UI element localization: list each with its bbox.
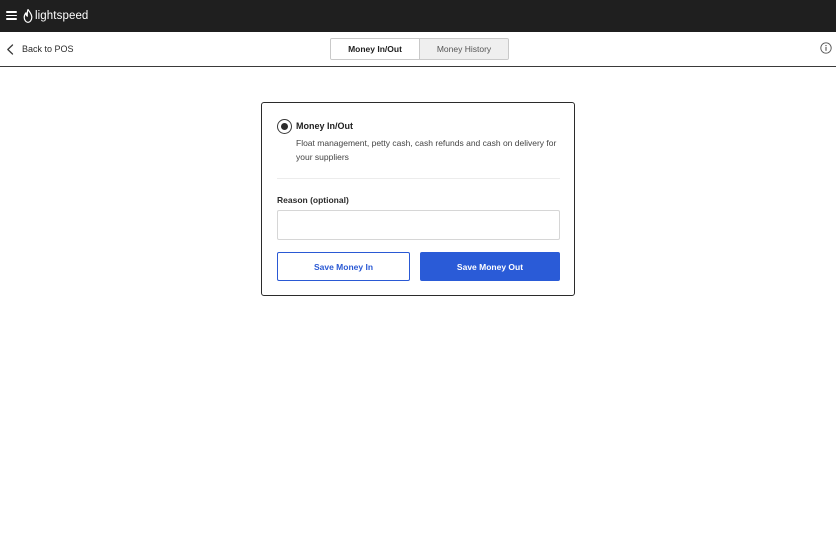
brand-logo[interactable]: lightspeed xyxy=(23,8,88,24)
back-to-pos-link[interactable]: Back to POS xyxy=(6,42,74,56)
option-title: Money In/Out xyxy=(296,121,353,131)
reason-label: Reason (optional) xyxy=(277,195,349,205)
money-in-out-radio[interactable] xyxy=(277,119,292,134)
save-money-out-button[interactable]: Save Money Out xyxy=(420,252,560,281)
divider xyxy=(277,178,560,179)
flame-logo-icon xyxy=(23,9,33,23)
hamburger-menu-icon[interactable] xyxy=(6,11,17,20)
reason-input[interactable] xyxy=(277,210,560,240)
tab-money-in-out[interactable]: Money In/Out xyxy=(331,39,420,59)
top-navigation-bar: lightspeed xyxy=(0,0,836,32)
brand-name: lightspeed xyxy=(35,10,89,22)
save-money-in-button[interactable]: Save Money In xyxy=(277,252,410,281)
chevron-left-icon xyxy=(7,43,14,55)
tab-switcher: Money In/Out Money History xyxy=(330,38,509,60)
tab-money-history[interactable]: Money History xyxy=(420,39,508,59)
sub-header: Back to POS Money In/Out Money History xyxy=(0,32,836,67)
option-description: Float management, petty cash, cash refun… xyxy=(296,138,557,162)
back-label: Back to POS xyxy=(22,44,74,54)
info-circle-icon[interactable] xyxy=(820,42,832,54)
money-in-out-card: Money In/Out Float management, petty cas… xyxy=(261,102,575,296)
